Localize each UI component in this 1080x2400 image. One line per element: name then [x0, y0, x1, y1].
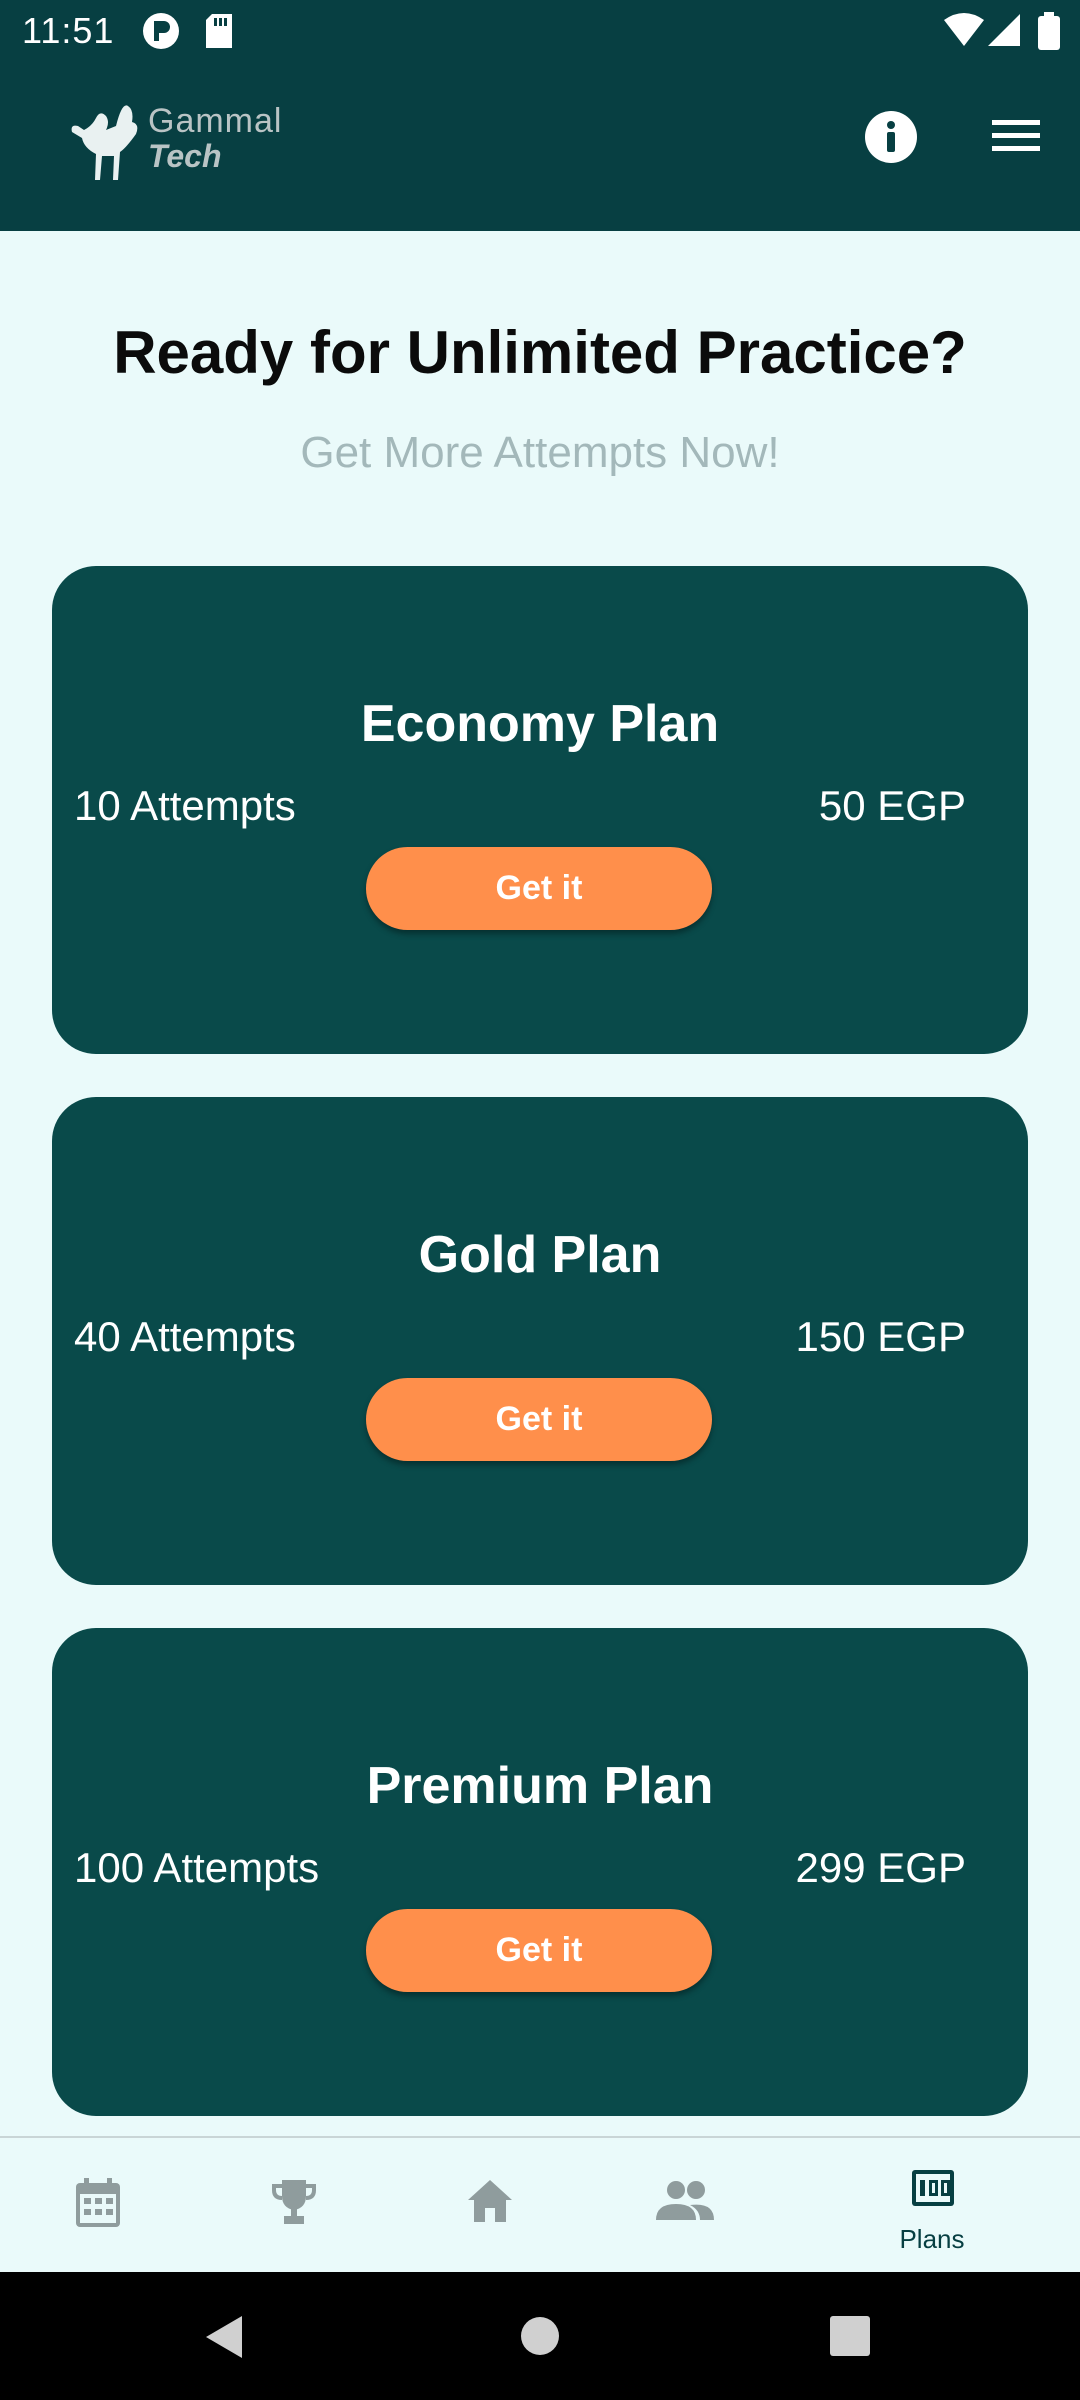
- plan-attempts: 10 Attempts: [74, 782, 296, 829]
- status-time: 11:51: [22, 10, 115, 51]
- signal-icon: [988, 12, 1022, 53]
- hamburger-menu-icon: [992, 120, 1040, 151]
- plan-card-economy: Economy Plan 10 Attempts 50 EGP Get it: [52, 566, 1028, 1054]
- nav-item-calendar[interactable]: [40, 2138, 156, 2274]
- plan-title: Gold Plan: [418, 1226, 662, 1284]
- get-premium-plan-button[interactable]: Get it: [366, 1909, 712, 1992]
- page-headline: Ready for Unlimited Practice?: [113, 319, 967, 386]
- camel-icon: [71, 105, 138, 180]
- menu-button[interactable]: [990, 114, 1044, 158]
- app-header: Gammal Tech: [0, 62, 1080, 231]
- notification-p-icon: [142, 12, 180, 55]
- get-gold-plan-button[interactable]: Get it: [366, 1378, 712, 1461]
- home-icon: [468, 2180, 512, 2222]
- plan-title: Premium Plan: [366, 1757, 714, 1815]
- plan-price: 299 EGP: [795, 1844, 966, 1891]
- get-economy-plan-button[interactable]: Get it: [366, 847, 712, 930]
- plan-card-premium: Premium Plan 100 Attempts 299 EGP Get it: [52, 1628, 1028, 2116]
- plan-title: Economy Plan: [360, 695, 720, 753]
- plan-price: 50 EGP: [818, 782, 966, 829]
- back-icon[interactable]: [204, 2314, 244, 2360]
- nav-item-group[interactable]: [628, 2138, 744, 2274]
- plan-price: 150 EGP: [795, 1313, 966, 1360]
- plan-attempts: 100 Attempts: [74, 1844, 320, 1891]
- nav-item-plans[interactable]: Plans: [874, 2138, 990, 2274]
- calendar-icon: [76, 2178, 120, 2227]
- plans-icon: [912, 2170, 954, 2206]
- info-icon: [865, 111, 917, 163]
- status-bar: 11:51: [0, 0, 1080, 62]
- nav-item-trophy[interactable]: [236, 2138, 352, 2274]
- nav-item-home[interactable]: [432, 2138, 548, 2274]
- trophy-icon: [272, 2180, 316, 2224]
- logo-text-gammal: Gammal: [148, 102, 283, 140]
- recents-icon[interactable]: [830, 2316, 870, 2356]
- nav-label-plans: Plans: [899, 2224, 965, 2254]
- group-icon: [656, 2181, 714, 2220]
- system-navigation-bar: [0, 2272, 1080, 2400]
- battery-icon: [1038, 12, 1060, 55]
- wifi-icon: [944, 12, 984, 53]
- home-circle-icon[interactable]: [520, 2316, 560, 2356]
- page-subheadline: Get More Attempts Now!: [300, 428, 780, 477]
- info-button[interactable]: [864, 110, 918, 164]
- logo-text-tech: Tech: [148, 138, 222, 174]
- plan-attempts: 40 Attempts: [74, 1313, 296, 1360]
- sd-card-icon: [204, 12, 234, 55]
- plan-card-gold: Gold Plan 40 Attempts 150 EGP Get it: [52, 1097, 1028, 1585]
- gammal-tech-logo[interactable]: Gammal Tech: [66, 96, 316, 186]
- bottom-navigation: Plans: [0, 2136, 1080, 2274]
